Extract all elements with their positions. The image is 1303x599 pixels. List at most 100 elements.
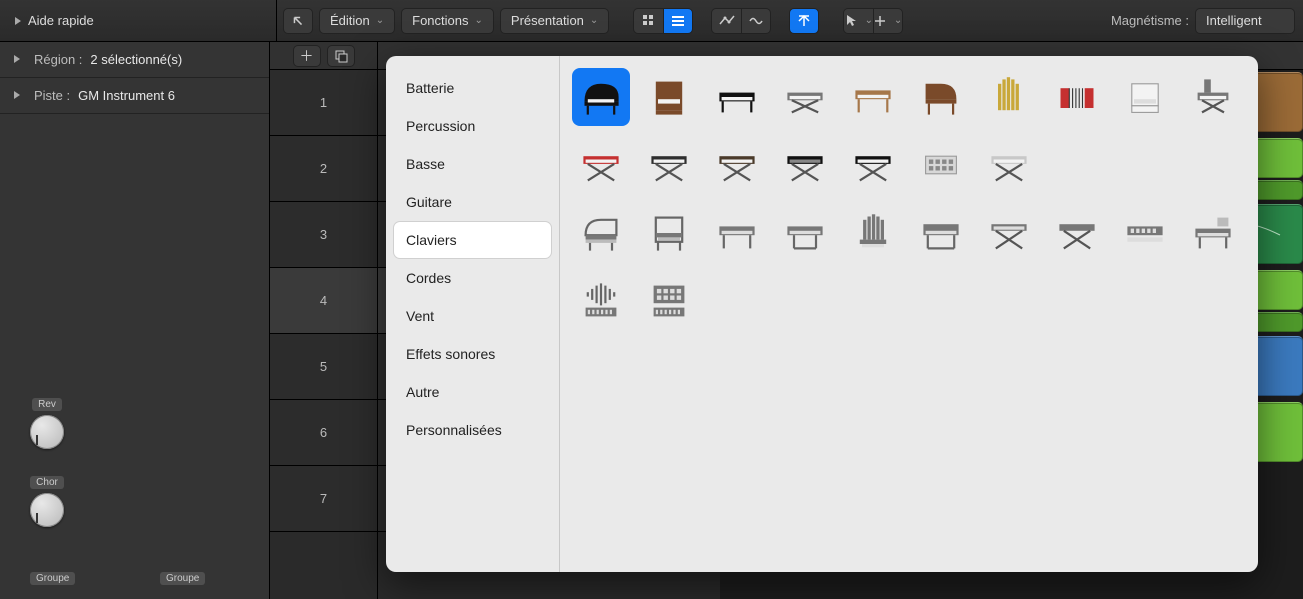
icon-grid xyxy=(560,56,1258,572)
presentation-menu-label: Présentation xyxy=(511,13,584,28)
synth-stand-icon[interactable] xyxy=(640,136,698,194)
workstation-line-icon[interactable] xyxy=(1184,204,1242,262)
track-number-label: 3 xyxy=(320,227,327,242)
track-number[interactable]: 5 xyxy=(270,334,377,400)
add-track-button[interactable]: ＋ xyxy=(293,45,321,67)
edit-menu-label: Édition xyxy=(330,13,370,28)
popover-pointer-icon xyxy=(386,312,399,336)
x-stand-line-icon[interactable] xyxy=(980,204,1038,262)
red-synth-stand-icon[interactable] xyxy=(572,136,630,194)
chevron-down-icon: ⌄ xyxy=(894,15,902,26)
track-number-label: 4 xyxy=(320,293,327,308)
x-stand-line-icon[interactable] xyxy=(1048,204,1106,262)
rhodes-icon[interactable] xyxy=(844,68,902,126)
pointer-tool[interactable]: ⌄ xyxy=(843,8,873,34)
pipe-organ-icon[interactable] xyxy=(980,68,1038,126)
track-number[interactable]: 1 xyxy=(270,70,377,136)
chevron-down-icon: ⌄ xyxy=(590,15,598,26)
duplicate-track-button[interactable] xyxy=(327,45,355,67)
clavinet-icon[interactable] xyxy=(776,68,834,126)
track-number[interactable]: 7 xyxy=(270,466,377,532)
snap-mode-select[interactable]: Intelligent xyxy=(1195,8,1295,34)
catch-button[interactable] xyxy=(789,8,819,34)
snap-mode-value: Intelligent xyxy=(1206,13,1262,28)
knob-rev-label: Rev xyxy=(32,398,62,411)
accordion-icon[interactable] xyxy=(1048,68,1106,126)
category-label: Autre xyxy=(406,384,439,400)
clav-line-icon[interactable] xyxy=(776,204,834,262)
harpsichord-icon[interactable] xyxy=(912,68,970,126)
keytar-icon[interactable] xyxy=(1184,68,1242,126)
track-number[interactable]: 3 xyxy=(270,202,377,268)
category-label: Percussion xyxy=(406,118,475,134)
category-label: Batterie xyxy=(406,80,454,96)
category-item[interactable]: Vent xyxy=(394,298,551,334)
synth-stand-icon[interactable] xyxy=(776,136,834,194)
track-number-label: 5 xyxy=(320,359,327,374)
track-number-label: 1 xyxy=(320,95,327,110)
region-disclosure[interactable] xyxy=(12,52,26,67)
upright-line-icon[interactable] xyxy=(640,204,698,262)
drum-machine-icon[interactable] xyxy=(912,136,970,194)
synth-stand-icon[interactable] xyxy=(980,136,1038,194)
presentation-menu[interactable]: Présentation ⌄ xyxy=(500,8,609,34)
category-item[interactable]: Guitare xyxy=(394,184,551,220)
region-value: 2 sélectionné(s) xyxy=(90,52,182,67)
track-number-label: 6 xyxy=(320,425,327,440)
region-label: Région : xyxy=(34,52,82,67)
organ-line-icon[interactable] xyxy=(844,204,902,262)
track-value: GM Instrument 6 xyxy=(78,88,175,103)
knob-rev[interactable] xyxy=(30,415,64,449)
track-disclosure[interactable] xyxy=(12,88,26,103)
track-number-label: 2 xyxy=(320,161,327,176)
snap-label: Magnétisme : xyxy=(1111,13,1189,28)
grand-piano-line-icon[interactable] xyxy=(572,204,630,262)
mellotron-icon[interactable] xyxy=(1116,68,1174,126)
knob-chor[interactable] xyxy=(30,493,64,527)
view-list-button[interactable] xyxy=(663,8,693,34)
category-label: Personnalisées xyxy=(406,422,502,438)
upright-piano-icon[interactable] xyxy=(640,68,698,126)
edit-menu[interactable]: Édition ⌄ xyxy=(319,8,395,34)
track-number[interactable]: 6 xyxy=(270,400,377,466)
category-item[interactable]: Basse xyxy=(394,146,551,182)
category-label: Claviers xyxy=(406,232,457,248)
electric-piano-icon[interactable] xyxy=(708,68,766,126)
category-label: Effets sonores xyxy=(406,346,495,362)
rack-synth-line-icon[interactable] xyxy=(1116,204,1174,262)
view-grid-button[interactable] xyxy=(633,8,663,34)
quick-help-disclosure[interactable] xyxy=(8,11,28,31)
back-button[interactable] xyxy=(283,8,313,34)
category-item[interactable]: Batterie xyxy=(394,70,551,106)
category-item[interactable]: Autre xyxy=(394,374,551,410)
sampler-wave-line-icon[interactable] xyxy=(572,272,630,330)
functions-menu[interactable]: Fonctions⌄ xyxy=(401,8,494,34)
track-number[interactable]: 2 xyxy=(270,136,377,202)
category-label: Basse xyxy=(406,156,445,172)
category-item[interactable]: Personnalisées xyxy=(394,412,551,448)
chevron-down-icon: ⌄ xyxy=(475,15,483,26)
grand-piano-icon[interactable] xyxy=(572,68,630,126)
combo-organ-line-icon[interactable] xyxy=(912,204,970,262)
chevron-down-icon: ⌄ xyxy=(865,15,873,26)
track-number[interactable]: 4 xyxy=(270,268,377,334)
synth-stand-icon[interactable] xyxy=(844,136,902,194)
category-item[interactable]: Claviers xyxy=(394,222,551,258)
track-icon-popover: Batterie Percussion Basse Guitare Clavie… xyxy=(386,56,1258,572)
module-line-icon[interactable] xyxy=(640,272,698,330)
chevron-down-icon: ⌄ xyxy=(376,15,384,26)
automation-button[interactable] xyxy=(711,8,741,34)
category-item[interactable]: Effets sonores xyxy=(394,336,551,372)
alt-tool[interactable]: ⌄ xyxy=(873,8,903,34)
knob-chor-label: Chor xyxy=(30,476,64,489)
flex-button[interactable] xyxy=(741,8,771,34)
group-b-label[interactable]: Groupe xyxy=(160,572,205,585)
category-item[interactable]: Percussion xyxy=(394,108,551,144)
category-label: Vent xyxy=(406,308,434,324)
category-item[interactable]: Cordes xyxy=(394,260,551,296)
group-a-label[interactable]: Groupe xyxy=(30,572,75,585)
ep-line-icon[interactable] xyxy=(708,204,766,262)
track-label: Piste : xyxy=(34,88,70,103)
synth-stand-icon[interactable] xyxy=(708,136,766,194)
track-number-label: 7 xyxy=(320,491,327,506)
